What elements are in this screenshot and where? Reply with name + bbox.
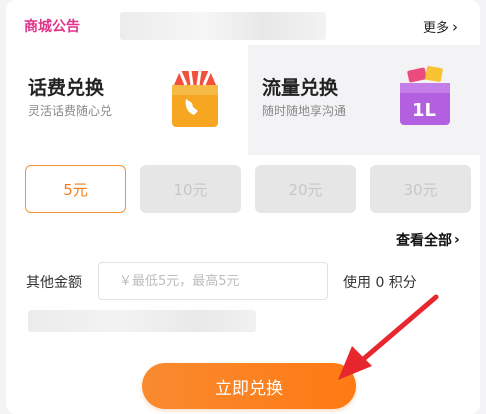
tab-subtitle: 灵活话费随心兑: [28, 104, 113, 118]
view-all-label: 查看全部: [396, 233, 452, 249]
notice-tag: 商城公告: [24, 19, 80, 35]
other-amount-input[interactable]: [98, 262, 328, 300]
chevron-right-icon: ›: [454, 232, 460, 248]
tab-data-exchange[interactable]: 流量兑换 随时随地享沟通 1L: [248, 45, 480, 155]
page: 商城公告 更多 › 话费兑换 灵活话费随心兑 流量兑换 随时随地享沟通 1L 5…: [0, 0, 486, 414]
amount-option-5[interactable]: 5元: [25, 165, 126, 213]
svg-text:1L: 1L: [412, 100, 436, 121]
view-all-link[interactable]: 查看全部 ›: [396, 230, 460, 250]
exchange-now-button[interactable]: 立即兑换: [142, 363, 356, 409]
amount-option-30: 30元: [370, 165, 471, 213]
amount-option-20: 20元: [255, 165, 356, 213]
points-used-text: 使用 0 积分: [343, 275, 417, 291]
more-label: 更多: [422, 21, 449, 36]
amount-option-10: 10元: [140, 165, 241, 213]
other-amount-label: 其他金额: [26, 275, 82, 291]
chevron-right-icon: ›: [452, 17, 458, 36]
tab-call-exchange[interactable]: 话费兑换 灵活话费随心兑: [6, 45, 248, 155]
shopping-bag-phone-icon: [172, 70, 218, 127]
notice-bar: 商城公告 更多 ›: [10, 6, 478, 42]
tab-subtitle: 随时随地享沟通: [262, 104, 347, 118]
more-link[interactable]: 更多 ›: [422, 17, 458, 37]
hint-text-blurred: [28, 310, 256, 332]
notice-text-blurred: [120, 12, 326, 40]
tab-title: 流量兑换: [262, 77, 339, 99]
data-box-icon: 1L: [400, 66, 450, 125]
tab-title: 话费兑换: [28, 77, 105, 99]
